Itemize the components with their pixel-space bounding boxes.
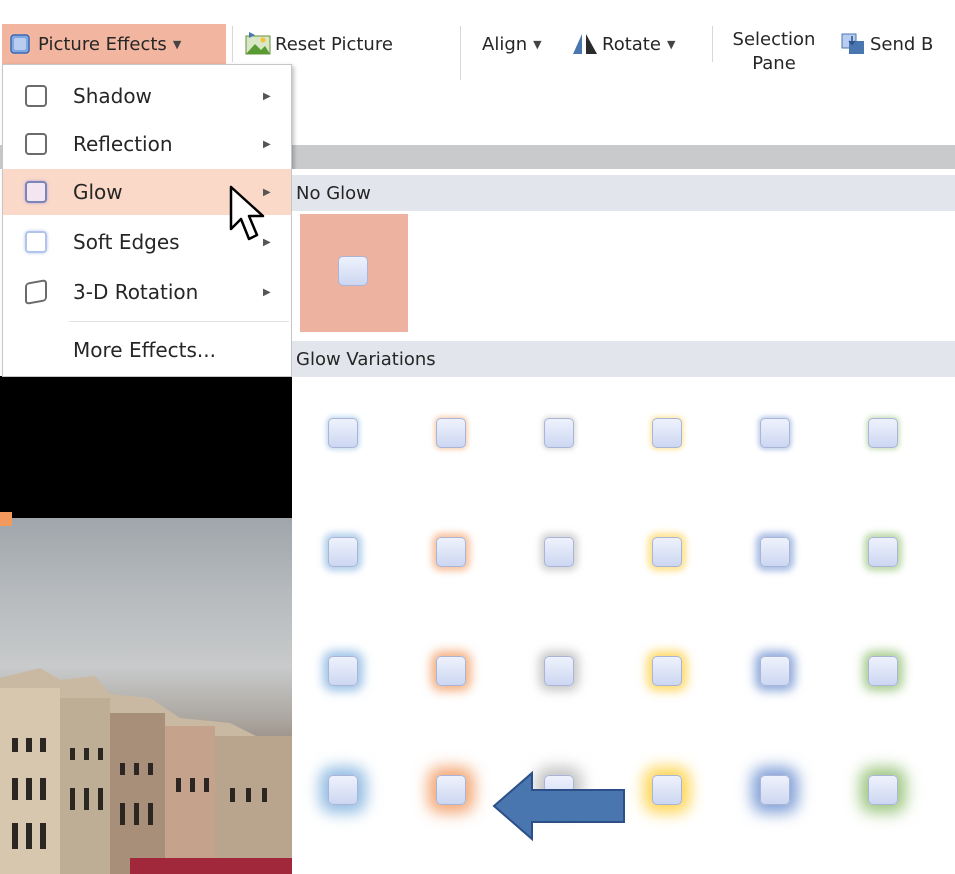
send-backward-button[interactable]: Send B	[840, 30, 933, 58]
glow-variation-option[interactable]	[544, 418, 574, 448]
selection-handle[interactable]	[0, 512, 12, 526]
submenu-arrow-icon: ▶	[263, 138, 271, 150]
glow-variation-option[interactable]	[760, 775, 790, 805]
glow-variation-option[interactable]	[760, 537, 790, 567]
glow-variation-option[interactable]	[328, 418, 358, 448]
rotate-button[interactable]: Rotate ▼	[572, 30, 675, 58]
dropdown-arrow-icon: ▼	[533, 37, 542, 51]
rotate-label: Rotate	[602, 33, 661, 55]
selection-pane-label-line1: Selection	[732, 29, 816, 50]
section-header-no-glow: No Glow	[292, 175, 955, 211]
glow-variation-option[interactable]	[868, 418, 898, 448]
reset-picture-icon	[245, 32, 271, 56]
glow-variation-option[interactable]	[760, 656, 790, 686]
menu-item-shadow[interactable]: Shadow ▶	[3, 73, 291, 119]
no-glow-swatch	[338, 256, 368, 286]
soft-edges-icon	[25, 231, 47, 253]
glow-variation-option[interactable]	[868, 656, 898, 686]
rotate-icon	[572, 32, 597, 56]
glow-variation-option[interactable]	[868, 537, 898, 567]
menu-item-reflection[interactable]: Reflection ▶	[3, 121, 291, 167]
glow-variation-option[interactable]	[868, 775, 898, 805]
glow-variation-option[interactable]	[760, 418, 790, 448]
glow-variation-option[interactable]	[436, 656, 466, 686]
dropdown-arrow-icon: ▼	[666, 37, 676, 51]
glow-variation-option[interactable]	[328, 537, 358, 567]
menu-item-3d-rotation[interactable]: 3-D Rotation ▶	[3, 269, 291, 315]
menu-divider	[69, 321, 289, 322]
mouse-cursor-icon	[229, 185, 265, 241]
glow-variation-option[interactable]	[328, 775, 358, 805]
picture-effects-label: Picture Effects	[38, 33, 167, 55]
reset-picture-label: Reset Picture	[275, 33, 393, 55]
align-button[interactable]: Align ▼	[482, 30, 542, 58]
menu-item-more-effects[interactable]: More Effects...	[3, 327, 291, 373]
dropdown-arrow-icon: ▼	[172, 37, 182, 51]
glow-variation-option[interactable]	[544, 537, 574, 567]
section-header-glow-variations: Glow Variations	[292, 341, 955, 377]
annotation-arrow-icon	[492, 770, 625, 842]
menu-item-label: Reflection	[73, 132, 173, 156]
glow-variation-option[interactable]	[544, 656, 574, 686]
glow-variation-option[interactable]	[436, 418, 466, 448]
picture-effects-button[interactable]: Picture Effects ▼	[2, 24, 226, 64]
glow-variation-option[interactable]	[652, 418, 682, 448]
send-backward-label: Send B	[870, 33, 934, 55]
submenu-arrow-icon: ▶	[263, 286, 271, 298]
rotation-3d-icon	[25, 279, 47, 305]
slide-background	[0, 376, 292, 498]
menu-item-label: Soft Edges	[73, 230, 180, 254]
reset-picture-button[interactable]: Reset Picture	[245, 30, 393, 58]
glow-variation-option[interactable]	[652, 775, 682, 805]
menu-item-label: Shadow	[73, 84, 152, 108]
submenu-arrow-icon: ▶	[263, 90, 271, 102]
no-glow-option[interactable]	[300, 214, 408, 332]
shadow-icon	[25, 85, 47, 107]
selection-pane-label-line2: Pane	[752, 53, 796, 74]
align-label: Align	[482, 33, 528, 55]
picture-effects-icon	[8, 32, 32, 56]
glow-icon	[25, 181, 47, 203]
glow-variation-option[interactable]	[436, 775, 466, 805]
glow-variation-option[interactable]	[652, 656, 682, 686]
menu-item-label: Glow	[73, 180, 123, 204]
menu-item-label: 3-D Rotation	[73, 280, 199, 304]
ribbon-divider	[232, 26, 233, 62]
glow-variation-option[interactable]	[652, 537, 682, 567]
reflection-icon	[25, 133, 47, 155]
venice-photo[interactable]	[0, 498, 292, 874]
glow-variation-option[interactable]	[436, 537, 466, 567]
glow-gallery: No Glow Glow Variations	[292, 169, 955, 874]
ribbon-divider	[460, 26, 461, 80]
menu-item-label: More Effects...	[73, 338, 216, 362]
selection-pane-button[interactable]: Selection Pane	[724, 28, 824, 76]
ribbon-divider	[712, 26, 713, 62]
glow-variation-option[interactable]	[328, 656, 358, 686]
send-backward-icon	[840, 32, 864, 56]
